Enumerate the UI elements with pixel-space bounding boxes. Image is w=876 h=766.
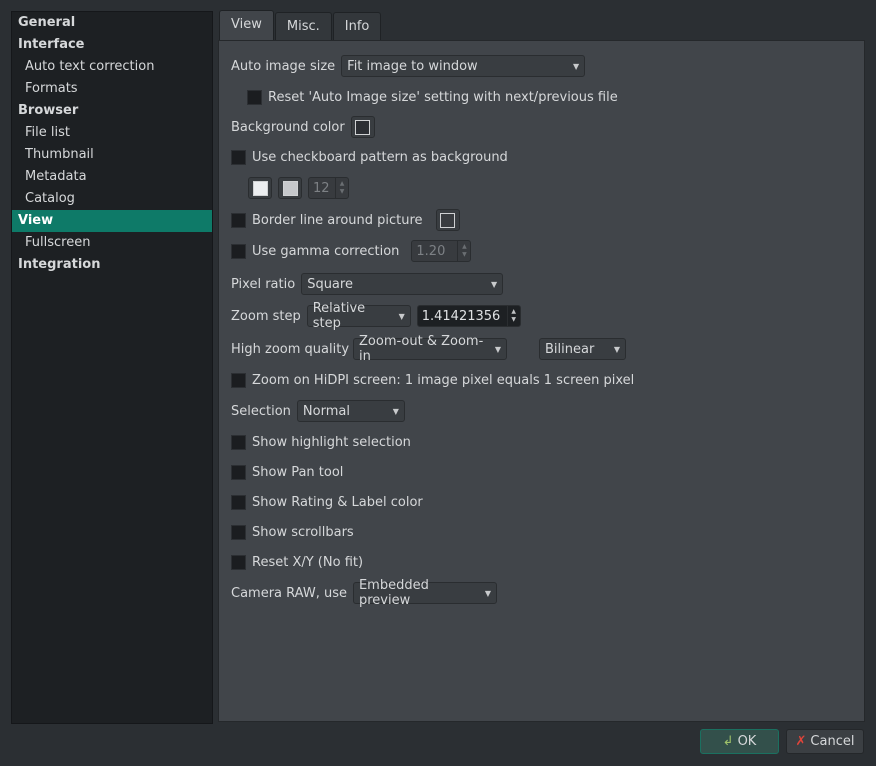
rating-label: Show Rating & Label color [252, 494, 423, 510]
zoom-filter-select[interactable]: Bilinear ▼ [539, 338, 627, 360]
spin-arrows-icon[interactable]: ▲ ▼ [335, 178, 348, 198]
settings-category-tree[interactable]: General Interface Auto text correction Form… [11, 11, 213, 724]
chevron-down-icon: ▼ [613, 344, 621, 354]
chevron-down-icon: ▼ [484, 588, 491, 598]
cancel-x-icon: ✗ [795, 734, 807, 749]
high-zoom-select[interactable]: Zoom-out & Zoom-in ▼ [353, 334, 508, 364]
auto-image-size-label: Auto image size [231, 58, 336, 74]
chevron-down-icon: ▼ [573, 61, 580, 71]
checkboard-color1-button[interactable] [248, 177, 272, 199]
spin-arrows-icon[interactable]: ▲ ▼ [506, 306, 520, 326]
checkboard-size-value: 12 [313, 180, 330, 196]
camera-raw-select[interactable]: Embedded preview ▼ [352, 578, 497, 608]
high-zoom-label: High zoom quality [231, 341, 350, 357]
checkboard-checkbox[interactable] [231, 149, 246, 165]
pixel-ratio-value: Square [307, 276, 353, 292]
hidpi-checkbox[interactable] [231, 372, 246, 388]
auto-image-size-value: Fit image to window [347, 58, 478, 74]
pan-tool-checkbox[interactable] [231, 464, 246, 480]
zoom-step-number: 1.41421356 [421, 308, 501, 324]
spin-arrows-icon[interactable]: ▲ ▼ [457, 241, 470, 261]
high-zoom-value: Zoom-out & Zoom-in [359, 334, 484, 364]
chevron-down-icon: ▼ [398, 311, 405, 321]
ok-label: OK [737, 734, 757, 749]
sidebar-item-catalog[interactable]: Catalog [12, 188, 212, 210]
view-settings-panel: Auto image size Fit image to window ▼ Res… [218, 40, 865, 722]
sidebar-item-metadata[interactable]: Metadata [12, 166, 212, 188]
reset-xy-label: Reset X/Y (No fit) [252, 554, 364, 570]
checkboard-size-spinbox[interactable]: 12 ▲ ▼ [308, 177, 349, 199]
chevron-down-icon: ▼ [494, 344, 502, 354]
zoom-step-value: Relative step [312, 301, 366, 331]
camera-raw-value: Embedded preview [358, 578, 429, 608]
rating-checkbox[interactable] [231, 494, 246, 510]
sidebar-item-interface[interactable]: Interface [12, 34, 212, 56]
selection-value: Normal [302, 403, 350, 419]
highlight-checkbox[interactable] [231, 434, 246, 450]
ok-button[interactable]: ↲ OK [700, 729, 779, 754]
zoom-step-select[interactable]: Relative step ▼ [306, 301, 411, 331]
border-line-label: Border line around picture [252, 212, 423, 228]
sidebar-item-file-list[interactable]: File list [12, 122, 212, 144]
cancel-label: Cancel [810, 734, 855, 749]
sidebar-item-fullscreen[interactable]: Fullscreen [12, 232, 212, 254]
background-color-label: Background color [231, 119, 345, 135]
tab-view[interactable]: View [219, 10, 274, 40]
pixel-ratio-label: Pixel ratio [231, 276, 296, 292]
tab-bar: View Misc. Info [219, 10, 382, 40]
pan-tool-label: Show Pan tool [252, 464, 344, 480]
zoom-filter-value: Bilinear [545, 341, 595, 357]
sidebar-item-auto-text-correction[interactable]: Auto text correction [12, 56, 212, 78]
sidebar-item-formats[interactable]: Formats [12, 78, 212, 100]
scrollbars-checkbox[interactable] [231, 524, 246, 540]
ok-arrow-icon: ↲ [722, 734, 734, 749]
checkboard-color2-button[interactable] [278, 177, 302, 199]
sidebar-item-integration[interactable]: Integration [12, 254, 212, 276]
border-color-button[interactable] [435, 209, 460, 231]
gamma-spinbox[interactable]: 1.20 ▲ ▼ [411, 240, 472, 262]
reset-auto-size-label: Reset 'Auto Image size' setting with nex… [268, 89, 618, 105]
gamma-label: Use gamma correction [252, 243, 400, 259]
sidebar-item-thumbnail[interactable]: Thumbnail [12, 144, 212, 166]
tab-info[interactable]: Info [332, 12, 382, 40]
checkboard-label: Use checkboard pattern as background [252, 149, 508, 165]
reset-auto-size-checkbox[interactable] [247, 89, 262, 105]
gamma-checkbox[interactable] [231, 243, 246, 259]
zoom-step-spinbox[interactable]: 1.41421356 ▲ ▼ [416, 305, 521, 327]
zoom-step-label: Zoom step [231, 308, 301, 324]
tab-misc[interactable]: Misc. [274, 12, 332, 40]
sidebar-item-browser[interactable]: Browser [12, 100, 212, 122]
hidpi-label: Zoom on HiDPI screen: 1 image pixel equa… [252, 372, 635, 388]
cancel-button[interactable]: ✗ Cancel [786, 729, 864, 754]
background-color-button[interactable] [350, 116, 375, 138]
chevron-down-icon: ▼ [392, 406, 399, 416]
sidebar-item-view[interactable]: View [12, 210, 212, 232]
scrollbars-label: Show scrollbars [252, 524, 354, 540]
reset-xy-checkbox[interactable] [231, 554, 246, 570]
auto-image-size-select[interactable]: Fit image to window ▼ [341, 55, 586, 77]
selection-select[interactable]: Normal ▼ [296, 400, 405, 422]
pixel-ratio-select[interactable]: Square ▼ [301, 273, 504, 295]
sidebar-item-general[interactable]: General [12, 12, 212, 34]
border-line-checkbox[interactable] [231, 212, 246, 228]
gamma-value: 1.20 [416, 243, 446, 259]
camera-raw-label: Camera RAW, use [231, 585, 347, 601]
chevron-down-icon: ▼ [491, 279, 498, 289]
highlight-label: Show highlight selection [252, 434, 411, 450]
selection-label: Selection [231, 403, 291, 419]
